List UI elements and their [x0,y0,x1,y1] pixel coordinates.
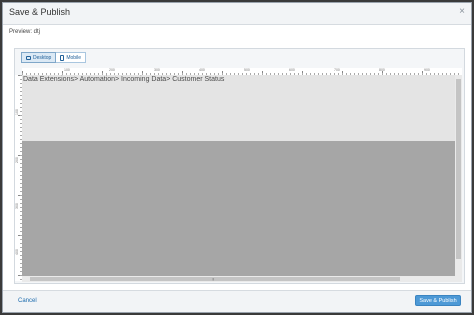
ruler-tick-label: 300 [154,68,160,72]
desktop-icon [26,55,31,60]
desktop-view-button[interactable]: Desktop [21,52,57,63]
ruler-tick-label: 400 [199,68,205,72]
ruler-tick-label: 200 [109,68,115,72]
ruler-tick-label: 400 [15,249,19,255]
ruler-tick-label: 500 [244,68,250,72]
ruler-tick-label: 100 [15,109,19,115]
ruler-tick-label: 700 [334,68,340,72]
view-toggle: Desktop Mobile [21,52,87,63]
header-band: Data Extensions> Automation> Incoming Da… [22,75,455,141]
mobile-icon [60,54,65,61]
horizontal-scrollbar[interactable]: ||| [22,276,462,282]
mobile-label: Mobile [66,54,82,61]
close-icon[interactable]: × [459,6,465,17]
scroll-thumb[interactable] [30,277,400,281]
ruler-tick-label: 200 [15,157,19,163]
save-publish-button[interactable]: Save & Publish [415,295,461,306]
vertical-scrollbar[interactable] [455,75,462,276]
dialog-footer: Cancel Save & Publish [3,290,471,312]
preview-frame: Desktop Mobile 100 200 300 400 500 600 7… [14,48,465,284]
preview-canvas: Data Extensions> Automation> Incoming Da… [22,75,455,276]
mobile-view-button[interactable]: Mobile [56,52,87,63]
preview-label: Preview: dtj [9,29,41,35]
desktop-label: Desktop [33,54,52,61]
ruler-tick-label: 800 [379,68,385,72]
dialog-header: Save & Publish × [3,3,471,25]
ruler-tick-label: 600 [289,68,295,72]
breadcrumb: Data Extensions> Automation> Incoming Da… [23,76,225,83]
grip-icon: ||| [212,277,215,281]
ruler-tick-label: 100 [64,68,70,72]
dialog-title: Save & Publish [9,7,71,17]
cancel-button[interactable]: Cancel [18,298,37,304]
save-publish-dialog: Save & Publish × Preview: dtj Desktop Mo… [2,2,472,313]
ruler-tick-label: 900 [424,68,430,72]
scroll-thumb[interactable] [456,79,461,259]
ruler-tick-label: 300 [15,203,19,209]
